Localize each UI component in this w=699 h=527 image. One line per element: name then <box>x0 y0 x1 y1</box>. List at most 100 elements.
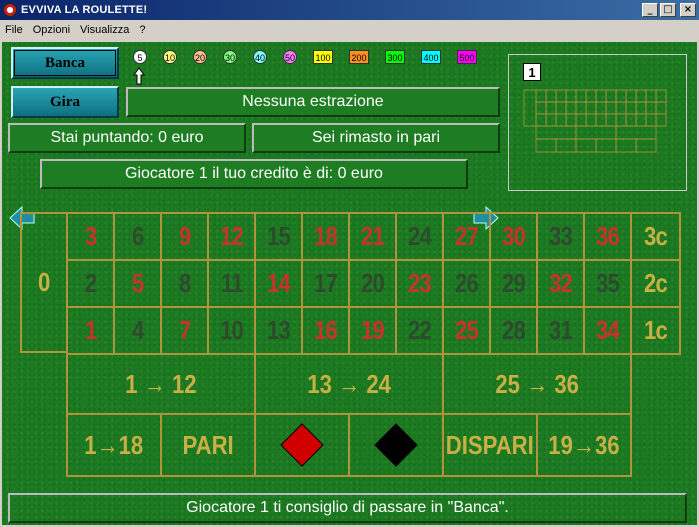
number-cell-21-label: 21 <box>361 221 385 251</box>
number-cell-14-label: 14 <box>267 268 291 298</box>
chip-300[interactable]: 300 <box>385 50 405 64</box>
outside-bet-dispari[interactable]: DISPARI <box>442 413 538 477</box>
close-button[interactable]: × <box>680 3 696 17</box>
number-cell-2-label: 2 <box>84 268 97 298</box>
number-cell-35[interactable]: 35 <box>583 259 632 308</box>
number-cell-28[interactable]: 28 <box>489 306 538 355</box>
number-cell-2[interactable]: 2 <box>66 259 115 308</box>
chip-20[interactable]: 20 <box>193 50 207 64</box>
number-cell-21[interactable]: 21 <box>348 212 397 261</box>
chip-500[interactable]: 500 <box>457 50 477 64</box>
number-cell-33[interactable]: 33 <box>536 212 585 261</box>
number-cell-20-label: 20 <box>361 268 385 298</box>
outside-bet-pari[interactable]: PARI <box>160 413 256 477</box>
column-bet-2c-label: 2c <box>644 268 668 298</box>
chip-400[interactable]: 400 <box>421 50 441 64</box>
outside-bet-1→18-label: 1→18 <box>84 429 144 460</box>
number-cell-11[interactable]: 11 <box>207 259 256 308</box>
black-bet-cell[interactable] <box>348 413 444 477</box>
number-cell-6[interactable]: 6 <box>113 212 162 261</box>
number-cell-32-label: 32 <box>549 268 573 298</box>
menu-options[interactable]: Opzioni <box>28 24 75 36</box>
outside-bet-1→18[interactable]: 1→18 <box>66 413 162 477</box>
column-bet-1c-label: 1c <box>644 315 668 345</box>
number-cell-30[interactable]: 30 <box>489 212 538 261</box>
chip-100[interactable]: 100 <box>313 50 333 64</box>
number-cell-18[interactable]: 18 <box>301 212 350 261</box>
number-cell-7[interactable]: 7 <box>160 306 209 355</box>
minimize-button[interactable]: _ <box>642 3 658 17</box>
zero-cell-label: 0 <box>38 267 50 297</box>
chip-5[interactable]: 5 <box>133 50 147 64</box>
outside-bet-pari-label: PARI <box>182 429 234 460</box>
number-cell-24[interactable]: 24 <box>395 212 444 261</box>
number-cell-20[interactable]: 20 <box>348 259 397 308</box>
number-cell-10[interactable]: 10 <box>207 306 256 355</box>
number-cell-1-label: 1 <box>84 315 97 345</box>
number-cell-36[interactable]: 36 <box>583 212 632 261</box>
number-cell-16[interactable]: 16 <box>301 306 350 355</box>
chip-200[interactable]: 200 <box>349 50 369 64</box>
chip-50[interactable]: 50 <box>283 50 297 64</box>
outside-bet-19→36[interactable]: 19→36 <box>536 413 632 477</box>
number-cell-13-label: 13 <box>267 315 291 345</box>
number-cell-29[interactable]: 29 <box>489 259 538 308</box>
number-cell-31[interactable]: 31 <box>536 306 585 355</box>
number-cell-35-label: 35 <box>596 268 620 298</box>
red-diamond-icon <box>280 423 324 467</box>
number-cell-24-label: 24 <box>408 221 432 251</box>
dozen-bet-2-label: 13 → 24 <box>307 368 391 399</box>
number-cell-18-label: 18 <box>314 221 338 251</box>
zero-cell[interactable]: 0 <box>20 212 68 353</box>
number-cell-34[interactable]: 34 <box>583 306 632 355</box>
number-cell-13[interactable]: 13 <box>254 306 303 355</box>
bank-button[interactable]: Banca <box>11 47 119 79</box>
number-cell-5[interactable]: 5 <box>113 259 162 308</box>
dozen-bet-3[interactable]: 25 → 36 <box>442 353 632 415</box>
number-cell-28-label: 28 <box>502 315 526 345</box>
column-bet-2c[interactable]: 2c <box>630 259 681 308</box>
number-cell-25[interactable]: 25 <box>442 306 491 355</box>
column-bet-3c[interactable]: 3c <box>630 212 681 261</box>
number-cell-12[interactable]: 12 <box>207 212 256 261</box>
chip-10[interactable]: 10 <box>163 50 177 64</box>
menu-help[interactable]: ? <box>134 24 150 36</box>
chip-40[interactable]: 40 <box>253 50 267 64</box>
number-cell-4[interactable]: 4 <box>113 306 162 355</box>
number-cell-27[interactable]: 27 <box>442 212 491 261</box>
number-cell-19[interactable]: 19 <box>348 306 397 355</box>
column-bet-3c-label: 3c <box>644 221 668 251</box>
dozen-bet-3-label: 25 → 36 <box>495 368 579 399</box>
number-cell-22[interactable]: 22 <box>395 306 444 355</box>
menu-file[interactable]: File <box>0 24 28 36</box>
number-cell-23[interactable]: 23 <box>395 259 444 308</box>
number-cell-8[interactable]: 8 <box>160 259 209 308</box>
number-cell-36-label: 36 <box>596 221 620 251</box>
black-diamond-icon <box>374 423 418 467</box>
number-cell-3[interactable]: 3 <box>66 212 115 261</box>
extraction-display: Nessuna estrazione <box>126 87 500 117</box>
number-cell-26-label: 26 <box>455 268 479 298</box>
title-bar: EVVIVA LA ROULETTE! _ □ × <box>0 0 699 20</box>
number-cell-32[interactable]: 32 <box>536 259 585 308</box>
number-cell-1[interactable]: 1 <box>66 306 115 355</box>
number-cell-7-label: 7 <box>178 315 191 345</box>
number-cell-8-label: 8 <box>178 268 191 298</box>
number-cell-9[interactable]: 9 <box>160 212 209 261</box>
number-cell-15[interactable]: 15 <box>254 212 303 261</box>
chip-30[interactable]: 30 <box>223 50 237 64</box>
number-cell-17[interactable]: 17 <box>301 259 350 308</box>
number-cell-14[interactable]: 14 <box>254 259 303 308</box>
roulette-felt: Banca Gira 5 10 20 30 40 50 100 200 300 400 500 Ne… <box>2 42 697 525</box>
red-bet-cell[interactable] <box>254 413 350 477</box>
spin-button[interactable]: Gira <box>11 86 119 118</box>
maximize-button[interactable]: □ <box>660 3 676 17</box>
number-cell-4-label: 4 <box>131 315 144 345</box>
number-cell-23-label: 23 <box>408 268 432 298</box>
dozen-bet-2[interactable]: 13 → 24 <box>254 353 444 415</box>
number-cell-6-label: 6 <box>131 221 144 251</box>
dozen-bet-1[interactable]: 1 → 12 <box>66 353 256 415</box>
number-cell-26[interactable]: 26 <box>442 259 491 308</box>
menu-view[interactable]: Visualizza <box>75 24 134 36</box>
column-bet-1c[interactable]: 1c <box>630 306 681 355</box>
